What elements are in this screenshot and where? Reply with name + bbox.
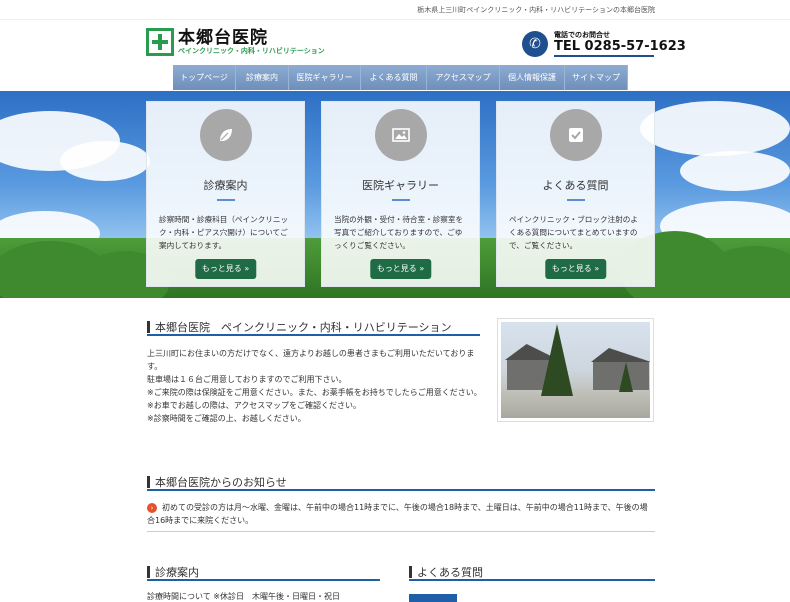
intro-line: ※お車でお越しの際は、アクセスマップをご確認ください。	[147, 401, 362, 410]
clinic-exterior-photo	[497, 318, 654, 422]
card-body: 当院の外観・受付・待合室・診察室を写真でご紹介しておりますので、ごゆっくりご覧く…	[334, 215, 464, 250]
more-button-medical-info[interactable]: もっと見る »	[194, 259, 257, 279]
cross-logo-icon	[146, 28, 174, 56]
intro-line: 上三川町にお住まいの方だけでなく、遠方よりお越しの患者さまもご利用いただいており…	[147, 349, 475, 371]
lower-medical-heading: 診療案内	[147, 564, 199, 580]
arrow-right-icon: ›	[147, 502, 157, 513]
card-title: よくある質問	[542, 179, 609, 192]
intro-heading: 本郷台医院 ペインクリニック・内科・リハビリテーション	[147, 319, 452, 335]
picture-icon	[374, 109, 427, 161]
card-body: ペインクリニック・ブロック注射のよくある質問についてまとめていますので、ご覧くだ…	[509, 215, 638, 250]
top-bar: 栃木県上三川町ペインクリニック・内科・リハビリテーションの本郷台医院	[0, 0, 790, 20]
intro-line: ※ご来院の際は保険証をご用意ください。また、お薬手帳をお持ちでしたらご用意くださ…	[147, 388, 482, 397]
header: 本郷台医院 ペインクリニック・内科・リハビリテーション ✆ 電話でのお問合せ T…	[0, 20, 790, 64]
card-medical-info: 診療案内 診察時間・診療科目（ペインクリニック・内科・ピアス穴開け）についてご案…	[146, 101, 305, 287]
more-button-gallery[interactable]: もっと見る »	[369, 259, 432, 279]
phone-contact: ✆ 電話でのお問合せ TEL 0285-57-1623	[522, 30, 686, 57]
card-title: 医院ギャラリー	[362, 179, 439, 192]
intro-text: 上三川町にお住まいの方だけでなく、遠方よりお越しの患者さまもご利用いただいており…	[147, 347, 485, 425]
leaf-icon	[199, 109, 252, 161]
card-gallery: 医院ギャラリー 当院の外観・受付・待合室・診察室を写真でご紹介しておりますので、…	[321, 101, 480, 287]
card-title: 診療案内	[203, 179, 248, 192]
intro-line: 駐車場は１６台ご用意しておりますのでご利用下さい。	[147, 375, 347, 384]
checkbox-icon	[549, 109, 602, 161]
news-list: › 初めての受診の方は月～水曜、金曜は、午前中の場合11時までに、午後の場合18時…	[147, 501, 655, 532]
nav-item-access-map[interactable]: アクセスマップ	[427, 65, 500, 90]
site-logo[interactable]: 本郷台医院 ペインクリニック・内科・リハビリテーション	[146, 28, 325, 56]
card-body: 診察時間・診療科目（ペインクリニック・内科・ピアス穴開け）についてご案内しており…	[159, 215, 289, 250]
lower-faq-heading: よくある質問	[409, 564, 483, 580]
logo-title: 本郷台医院	[178, 27, 268, 48]
intro-line: ※診察時間をご確認の上、お越しください。	[147, 414, 306, 423]
more-button-faq[interactable]: もっと見る »	[544, 259, 607, 279]
news-item[interactable]: › 初めての受診の方は月～水曜、金曜は、午前中の場合11時までに、午後の場合18時…	[147, 501, 655, 532]
phone-number: TEL 0285-57-1623	[554, 39, 686, 54]
site-tagline: 栃木県上三川町ペインクリニック・内科・リハビリテーションの本郷台医院	[417, 6, 655, 14]
nav-item-sitemap[interactable]: サイトマップ	[565, 65, 628, 90]
nav-item-medical-info[interactable]: 診療案内	[236, 65, 289, 90]
nav-item-top[interactable]: トップページ	[173, 65, 236, 90]
nav-item-privacy[interactable]: 個人情報保護	[500, 65, 565, 90]
nav-item-faq[interactable]: よくある質問	[361, 65, 427, 90]
phone-icon: ✆	[522, 30, 548, 57]
faq-tag	[409, 594, 457, 602]
card-faq: よくある質問 ペインクリニック・ブロック注射のよくある質問についてまとめています…	[496, 101, 655, 287]
news-heading: 本郷台医院からのお知らせ	[147, 474, 287, 490]
nav-item-gallery[interactable]: 医院ギャラリー	[289, 65, 361, 90]
main-nav: トップページ 診療案内 医院ギャラリー よくある質問 アクセスマップ 個人情報保…	[173, 65, 628, 90]
logo-subtitle: ペインクリニック・内科・リハビリテーション	[178, 46, 325, 55]
medical-hours-link[interactable]: 診療時間について ※休診日 木曜午後・日曜日・祝日	[147, 591, 340, 602]
